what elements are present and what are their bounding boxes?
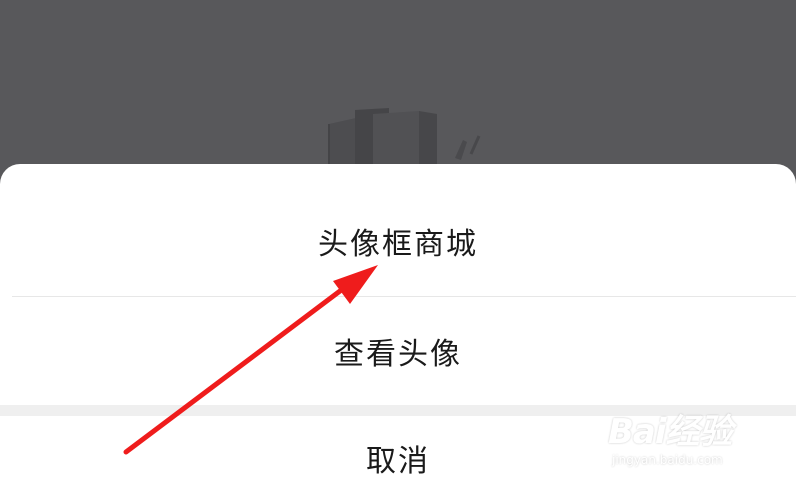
baidu-jingyan-watermark: Bai经验 jingyan.baidu.com	[608, 412, 784, 486]
avatar-frame-store-label: 头像框商城	[318, 227, 478, 262]
watermark-url: jingyan.baidu.com	[612, 453, 723, 467]
cancel-label: 取消	[366, 444, 430, 479]
view-avatar-label: 查看头像	[334, 337, 462, 372]
watermark-brand: Bai经验	[608, 412, 733, 452]
view-avatar-button[interactable]: 查看头像	[0, 297, 796, 405]
book-illustration-icon	[328, 108, 481, 170]
avatar-frame-store-button[interactable]: 头像框商城	[0, 186, 796, 296]
